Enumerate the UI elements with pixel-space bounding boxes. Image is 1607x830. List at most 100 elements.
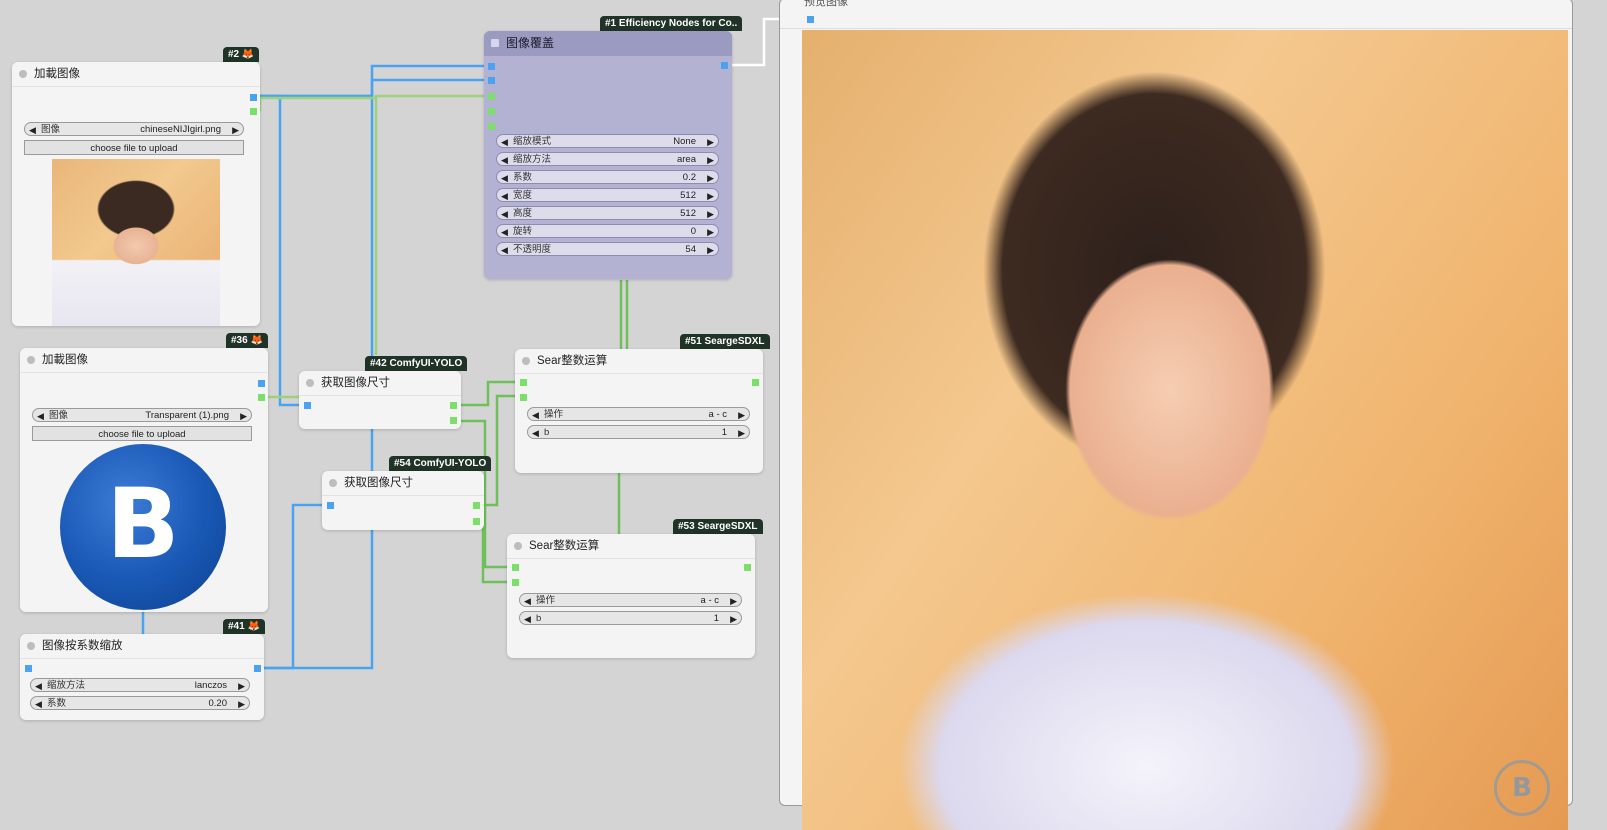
arrow-right-icon[interactable]: ▶: [232, 123, 239, 137]
node-title[interactable]: 图像按系数缩放: [20, 634, 264, 659]
node-54-badge: #54 ComfyUI-YOLO: [389, 456, 492, 471]
arrow-left-icon[interactable]: ◀: [501, 153, 508, 167]
result-output-slot[interactable]: [744, 564, 751, 571]
factor-input[interactable]: ◀ 系数 0.20 ▶: [30, 696, 250, 710]
width-input-slot[interactable]: [488, 108, 495, 115]
arrow-left-icon[interactable]: ◀: [501, 171, 508, 185]
arrow-right-icon[interactable]: ▶: [707, 171, 714, 185]
mask-output-slot[interactable]: [250, 108, 257, 115]
height-output-slot[interactable]: [473, 518, 480, 525]
arrow-right-icon[interactable]: ▶: [707, 153, 714, 167]
arrow-left-icon[interactable]: ◀: [37, 409, 44, 423]
load-image-node-36[interactable]: 加載图像 ◀ 图像 Transparent (1).png ▶ choose f…: [20, 348, 268, 612]
a-input-slot[interactable]: [520, 379, 527, 386]
operation-combo[interactable]: ◀ 操作 a - c ▶: [527, 407, 750, 421]
preview-image: B: [802, 30, 1568, 830]
arrow-right-icon[interactable]: ▶: [707, 135, 714, 149]
arrow-right-icon[interactable]: ▶: [738, 408, 745, 422]
node-title[interactable]: 图像覆盖: [484, 31, 732, 56]
arrow-right-icon[interactable]: ▶: [707, 243, 714, 257]
c-input-slot[interactable]: [512, 579, 519, 586]
image-output-slot[interactable]: [721, 62, 728, 69]
width-output-slot[interactable]: [473, 502, 480, 509]
height-input[interactable]: ◀ 高度 512 ▶: [496, 206, 719, 220]
arrow-left-icon[interactable]: ◀: [501, 243, 508, 257]
arrow-left-icon[interactable]: ◀: [501, 135, 508, 149]
rotation-input[interactable]: ◀ 旋转 0 ▶: [496, 224, 719, 238]
operation-combo[interactable]: ◀ 操作 a - c ▶: [519, 593, 742, 607]
node-51-badge: #51 SeargeSDXL: [680, 334, 770, 349]
node-title[interactable]: 加載图像: [12, 62, 260, 87]
arrow-left-icon[interactable]: ◀: [501, 189, 508, 203]
scale-method-combo[interactable]: ◀ 缩放方法 lanczos ▶: [30, 678, 250, 692]
mask-input-slot[interactable]: [488, 93, 495, 100]
height-input-slot[interactable]: [488, 123, 495, 130]
arrow-left-icon[interactable]: ◀: [29, 123, 36, 137]
arrow-right-icon[interactable]: ▶: [238, 697, 245, 711]
image-input-slot[interactable]: [304, 402, 311, 409]
a-input-slot[interactable]: [512, 564, 519, 571]
image-input-slot[interactable]: [25, 665, 32, 672]
factor-input[interactable]: ◀ 系数 0.2 ▶: [496, 170, 719, 184]
arrow-left-icon[interactable]: ◀: [532, 408, 539, 422]
width-output-slot[interactable]: [450, 402, 457, 409]
arrow-right-icon[interactable]: ▶: [730, 612, 737, 626]
arrow-right-icon[interactable]: ▶: [707, 189, 714, 203]
arrow-right-icon[interactable]: ▶: [738, 426, 745, 440]
height-output-slot[interactable]: [450, 417, 457, 424]
image-output-slot[interactable]: [254, 665, 261, 672]
node-title[interactable]: 获取图像尺寸: [322, 471, 484, 496]
width-input[interactable]: ◀ 宽度 512 ▶: [496, 188, 719, 202]
upload-button[interactable]: choose file to upload: [32, 426, 252, 441]
arrow-right-icon[interactable]: ▶: [730, 594, 737, 608]
node-title[interactable]: Sear整数运算: [515, 349, 763, 374]
node-1-badge: #1 Efficiency Nodes for Co..: [600, 16, 743, 31]
node-title[interactable]: 加載图像: [20, 348, 268, 373]
resize-mode-combo[interactable]: ◀ 缩放模式 None ▶: [496, 134, 719, 148]
arrow-left-icon[interactable]: ◀: [35, 697, 42, 711]
arrow-left-icon[interactable]: ◀: [532, 426, 539, 440]
node-title[interactable]: 获取图像尺寸: [299, 371, 461, 396]
image-thumbnail: [52, 159, 220, 326]
image-combo[interactable]: ◀ 图像 Transparent (1).png ▶: [32, 408, 252, 422]
get-image-size-node-42[interactable]: 获取图像尺寸: [299, 371, 461, 429]
resize-method-combo[interactable]: ◀ 缩放方法 area ▶: [496, 152, 719, 166]
result-output-slot[interactable]: [752, 379, 759, 386]
arrow-left-icon[interactable]: ◀: [501, 225, 508, 239]
opacity-input[interactable]: ◀ 不透明度 54 ▶: [496, 242, 719, 256]
node-41-badge: #41 🦊: [223, 619, 265, 634]
sear-int-math-node-53[interactable]: Sear整数运算 ◀ 操作 a - c ▶ ◀ b 1 ▶: [507, 534, 755, 658]
load-image-node-2[interactable]: 加載图像 ◀ 图像 chineseNIJIgirl.png ▶ choose f…: [12, 62, 260, 326]
c-input-slot[interactable]: [520, 394, 527, 401]
image-combo[interactable]: ◀ 图像 chineseNIJIgirl.png ▶: [24, 122, 244, 136]
b-value-input[interactable]: ◀ b 1 ▶: [519, 611, 742, 625]
image-output-slot[interactable]: [258, 380, 265, 387]
arrow-left-icon[interactable]: ◀: [524, 594, 531, 608]
divider: [780, 28, 1572, 29]
node-title[interactable]: Sear整数运算: [507, 534, 755, 559]
arrow-right-icon[interactable]: ▶: [707, 207, 714, 221]
image-scale-node-41[interactable]: 图像按系数缩放 ◀ 缩放方法 lanczos ▶ ◀ 系数 0.20 ▶: [20, 634, 264, 720]
get-image-size-node-54[interactable]: 获取图像尺寸: [322, 471, 484, 530]
arrow-left-icon[interactable]: ◀: [524, 612, 531, 626]
image-output-slot[interactable]: [250, 94, 257, 101]
arrow-left-icon[interactable]: ◀: [35, 679, 42, 693]
node-title[interactable]: 预览图像: [804, 0, 848, 9]
node-2-badge: #2 🦊: [223, 47, 260, 62]
node-36-badge: #36 🦊: [226, 333, 268, 348]
watermark-logo: B: [1494, 760, 1550, 816]
base-image-input-slot[interactable]: [488, 63, 495, 70]
arrow-right-icon[interactable]: ▶: [707, 225, 714, 239]
sear-int-math-node-51[interactable]: Sear整数运算 ◀ 操作 a - c ▶ ◀ b 1 ▶: [515, 349, 763, 473]
arrow-right-icon[interactable]: ▶: [240, 409, 247, 423]
arrow-left-icon[interactable]: ◀: [501, 207, 508, 221]
upload-button[interactable]: choose file to upload: [24, 140, 244, 155]
image-input-slot[interactable]: [327, 502, 334, 509]
mask-output-slot[interactable]: [258, 394, 265, 401]
overlay-image-input-slot[interactable]: [488, 77, 495, 84]
arrow-right-icon[interactable]: ▶: [238, 679, 245, 693]
image-input-slot[interactable]: [807, 16, 814, 23]
b-value-input[interactable]: ◀ b 1 ▶: [527, 425, 750, 439]
node-42-badge: #42 ComfyUI-YOLO: [365, 356, 468, 371]
image-overlay-node-1[interactable]: 图像覆盖 ◀ 缩放模式 None ▶ ◀ 缩放方法 area ▶ ◀ 系数 0.…: [484, 31, 732, 279]
